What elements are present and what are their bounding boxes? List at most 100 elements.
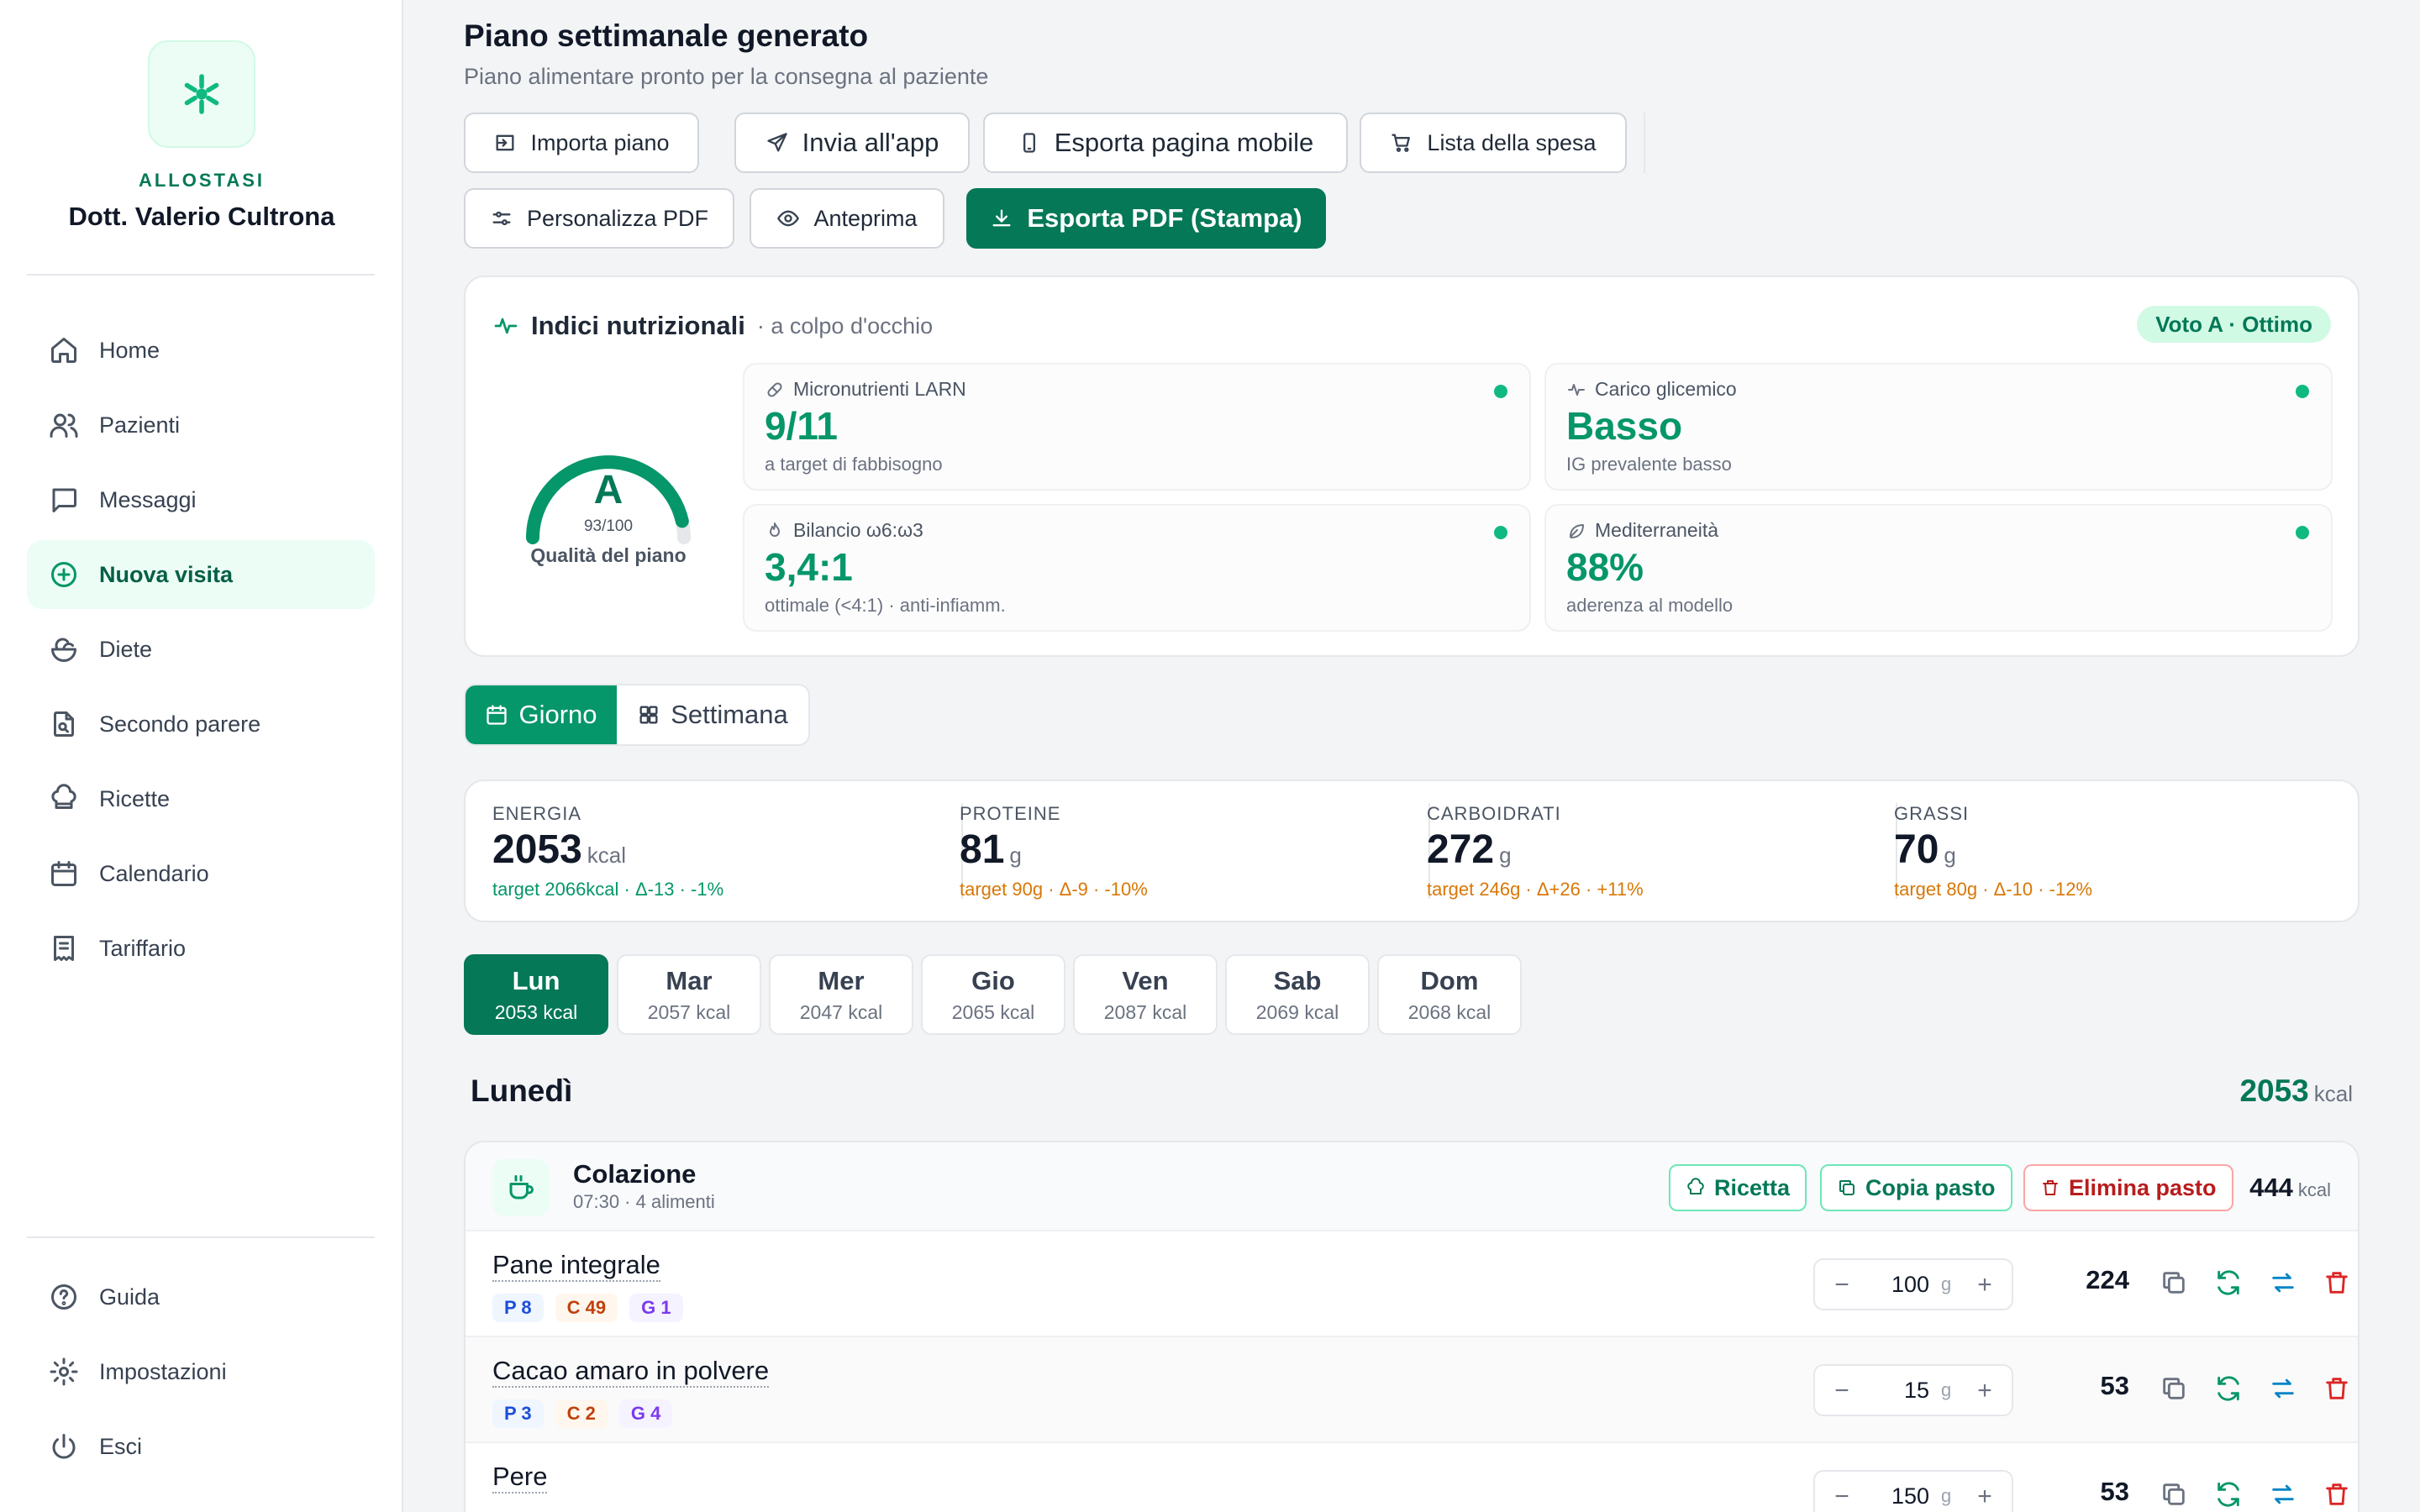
day-tab-ven[interactable]: Ven 2087 kcal [1073,954,1218,1035]
food-name[interactable]: Pane integrale [492,1250,660,1282]
swap-food-button[interactable] [2269,1480,2297,1509]
import-icon [496,134,514,151]
sidebar-item-diete[interactable]: Diete [27,615,375,684]
sidebar-item-nuova-visita[interactable]: Nuova visita [27,540,375,609]
sparkle-logo-icon [184,74,219,114]
metric-desc: IG prevalente basso [1566,454,1732,475]
grade-badge: Voto A · Ottimo [2137,306,2331,343]
delete-food-button[interactable] [2323,1480,2351,1509]
swap-food-button[interactable] [2269,1374,2297,1403]
export-pdf-button[interactable]: Esporta PDF (Stampa) [966,188,1326,249]
recipe-label: Ricetta [1714,1174,1791,1200]
app-logo[interactable] [148,40,255,148]
food-name[interactable]: Pere [492,1462,548,1494]
preview-button[interactable]: Anteprima [750,188,944,249]
tab-settimana[interactable]: Settimana [617,685,808,744]
recipe-button[interactable]: Ricetta [1669,1164,1807,1211]
indices-subtitle: · a colpo d'occhio [756,312,934,339]
macro-tags: P 8 C 49 G 1 [492,1294,683,1322]
day-total-unit: kcal [2313,1081,2353,1106]
metric-value: 9/11 [765,404,838,448]
pill-icon [767,381,782,397]
send-app-label: Invia all'app [802,128,939,157]
increase-button[interactable]: + [1968,1374,2002,1408]
decrease-button[interactable]: − [1825,1268,1859,1302]
meal-header: Colazione 07:30 · 4 alimenti Ricetta Cop… [466,1142,2358,1231]
meal-kcal: 444 kcal [2249,1173,2331,1203]
protein-tag: P 8 [492,1294,544,1322]
export-mobile-button[interactable]: Esporta pagina mobile [983,113,1348,173]
flame-icon [770,522,780,537]
decrease-button[interactable]: − [1825,1480,1859,1512]
brand-name: ALLOSTASI [138,170,266,191]
sidebar-item-esci[interactable]: Esci [27,1412,375,1481]
tab-giorno[interactable]: Giorno [466,685,617,744]
quantity-input[interactable]: 150 [1862,1483,1929,1509]
gear-icon [50,1357,78,1386]
delete-food-button[interactable] [2323,1374,2351,1403]
day-tab-gio[interactable]: Gio 2065 kcal [921,954,1065,1035]
food-name[interactable]: Cacao amaro in polvere [492,1356,770,1388]
day-tab-sab[interactable]: Sab 2069 kcal [1225,954,1370,1035]
download-icon [992,209,1011,227]
macro-value: 81 g [960,827,1022,873]
decrease-button[interactable]: − [1825,1374,1859,1408]
sidebar-item-impostazioni[interactable]: Impostazioni [27,1337,375,1406]
tab-giorno-label: Giorno [518,700,597,729]
quantity-input[interactable]: 100 [1862,1272,1929,1298]
sidebar-item-messaggi[interactable]: Messaggi [27,465,375,534]
delete-meal-label: Elimina pasto [2069,1174,2217,1200]
fat-tag: G 1 [629,1294,683,1322]
macro-value: 70 g [1894,827,1956,873]
duplicate-food-button[interactable] [2160,1374,2188,1403]
refresh-food-button[interactable] [2214,1374,2243,1403]
macro-key: ENERGIA [492,803,582,824]
copy-meal-label: Copia pasto [1865,1174,1996,1200]
sidebar-item-secondo-parere[interactable]: Secondo parere [27,690,375,759]
message-icon [52,488,76,512]
sidebar-item-guida[interactable]: Guida [27,1263,375,1331]
day-tab-mar[interactable]: Mar 2057 kcal [617,954,761,1035]
shopping-list-button[interactable]: Lista della spesa [1360,113,1627,173]
delete-food-button[interactable] [2323,1268,2351,1297]
sidebar-item-calendario[interactable]: Calendario [27,839,375,908]
increase-button[interactable]: + [1968,1480,2002,1512]
toolbar-separator [1644,113,1645,173]
sidebar-item-pazienti[interactable]: Pazienti [27,391,375,459]
doctor-name: Dott. Valerio Cultrona [68,202,335,231]
gauge-letter: A [593,468,623,512]
home-icon [51,338,76,363]
macro-value: 272 g [1427,827,1512,873]
duplicate-food-button[interactable] [2160,1480,2188,1509]
import-plan-button[interactable]: Importa piano [464,113,699,173]
copy-meal-button[interactable]: Copia pasto [1820,1164,2012,1211]
swap-food-button[interactable] [2269,1268,2297,1297]
metric-value: Basso [1566,404,1683,448]
refresh-food-button[interactable] [2214,1480,2243,1509]
indices-title: Indici nutrizionali [531,311,745,340]
send-app-button[interactable]: Invia all'app [734,113,970,173]
macro-carboidrati: CARBOIDRATI 272 g target 246g · Δ+26 · +1… [1400,781,1867,921]
sidebar-item-tariffario[interactable]: Tariffario [27,914,375,983]
day-kcal: 2065 kcal [951,1001,1035,1023]
sidebar-item-home[interactable]: Home [27,316,375,385]
day-kcal: 2087 kcal [1103,1001,1187,1023]
quantity-input[interactable]: 15 [1862,1378,1929,1404]
page-subtitle: Piano alimentare pronto per la consegna … [464,64,989,89]
refresh-food-button[interactable] [2214,1268,2243,1297]
sidebar-item-label: Guida [99,1284,160,1310]
day-tab-dom[interactable]: Dom 2068 kcal [1377,954,1522,1035]
duplicate-food-button[interactable] [2160,1268,2188,1297]
customize-pdf-button[interactable]: Personalizza PDF [464,188,734,249]
day-tab-mer[interactable]: Mer 2047 kcal [769,954,913,1035]
increase-button[interactable]: + [1968,1268,2002,1302]
delete-meal-button[interactable]: Elimina pasto [2023,1164,2233,1211]
send-icon [766,133,787,152]
day-kcal: 2068 kcal [1407,1001,1491,1023]
calendar-icon [487,705,508,725]
status-dot [1494,385,1507,398]
chef-hat-icon [1687,1178,1704,1194]
day-tab-lun[interactable]: Lun 2053 kcal [464,954,608,1035]
sidebar-item-ricette[interactable]: Ricette [27,764,375,833]
macro-number: 81 [960,827,1005,872]
